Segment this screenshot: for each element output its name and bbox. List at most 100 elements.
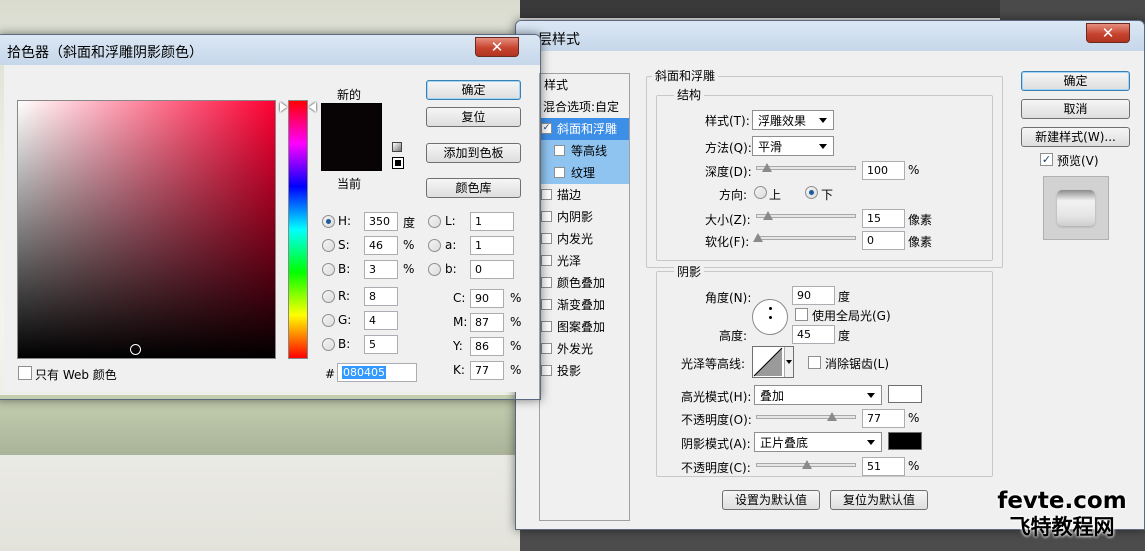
m-input[interactable]: 87 <box>470 313 504 332</box>
style-item[interactable]: 图案叠加 <box>540 316 629 338</box>
ok-button[interactable]: 确定 <box>1021 71 1130 91</box>
angle-dial[interactable] <box>752 299 788 335</box>
a-input[interactable]: 1 <box>470 236 514 255</box>
style-item-checkbox[interactable]: ✓ <box>541 123 552 134</box>
soften-slider[interactable] <box>753 233 856 242</box>
style-item[interactable]: 投影 <box>540 360 629 382</box>
hue-slider[interactable] <box>288 100 308 359</box>
h-radio[interactable] <box>322 215 335 228</box>
style-item[interactable]: 内阴影 <box>540 206 629 228</box>
depth-input[interactable]: 100 <box>862 161 905 180</box>
soften-input[interactable]: 0 <box>862 231 905 250</box>
shadow-opacity-thumb[interactable] <box>802 460 812 469</box>
style-item[interactable]: 等高线 <box>540 140 629 162</box>
lab-b-radio[interactable] <box>428 263 441 276</box>
k-input[interactable]: 77 <box>470 361 504 380</box>
style-item-checkbox[interactable] <box>541 365 552 376</box>
size-slider[interactable] <box>756 211 856 220</box>
style-item-checkbox[interactable] <box>541 299 552 310</box>
y-input[interactable]: 86 <box>470 337 504 356</box>
style-item-checkbox[interactable] <box>541 189 552 200</box>
c-input[interactable]: 90 <box>470 289 504 308</box>
size-slider-thumb[interactable] <box>763 211 773 220</box>
direction-up-radio[interactable] <box>754 186 767 199</box>
highlight-opacity-slider[interactable] <box>756 412 856 421</box>
gamut-cube-icon[interactable] <box>392 142 402 152</box>
b-input[interactable]: 3 <box>364 260 398 279</box>
r-radio[interactable] <box>322 290 335 303</box>
s-input[interactable]: 46 <box>364 236 398 255</box>
depth-slider[interactable] <box>756 163 856 172</box>
add-to-swatches-button[interactable]: 添加到色板 <box>426 143 521 163</box>
g-radio[interactable] <box>322 314 335 327</box>
l-input[interactable]: 1 <box>470 212 514 231</box>
color-picker-close-button[interactable]: ✕ <box>475 37 519 57</box>
color-libraries-button[interactable]: 颜色库 <box>426 178 521 198</box>
highlight-opacity-input[interactable]: 77 <box>862 409 905 428</box>
style-item[interactable]: ✓ 斜面和浮雕 <box>540 118 629 140</box>
gloss-contour-dropdown-icon[interactable] <box>784 347 793 377</box>
soften-slider-thumb[interactable] <box>753 233 763 242</box>
websafe-swatch-icon[interactable] <box>392 157 404 169</box>
h-input[interactable]: 350 <box>364 212 398 231</box>
style-item-checkbox[interactable] <box>541 277 552 288</box>
style-item-checkbox[interactable] <box>554 145 565 156</box>
shadow-opacity-slider[interactable] <box>756 460 856 469</box>
style-item-checkbox[interactable] <box>541 343 552 354</box>
style-item-checkbox[interactable] <box>541 233 552 244</box>
layer-style-titlebar[interactable]: 层样式 ✕ <box>516 21 1144 51</box>
hue-slider-left-arrow-icon[interactable] <box>280 102 287 112</box>
blend-options-item[interactable]: 混合选项:自定 <box>540 96 629 118</box>
blue-radio[interactable] <box>322 338 335 351</box>
preview-checkbox[interactable]: ✓ <box>1040 153 1053 166</box>
style-item-checkbox[interactable] <box>554 167 565 178</box>
style-item[interactable]: 内发光 <box>540 228 629 250</box>
b-radio[interactable] <box>322 263 335 276</box>
shadow-mode-select[interactable]: 正片叠底 <box>754 432 882 452</box>
cp-reset-button[interactable]: 复位 <box>426 107 521 127</box>
hex-input[interactable]: 080405 <box>337 363 417 382</box>
antialias-checkbox[interactable] <box>808 356 821 369</box>
color-field-cursor[interactable] <box>130 344 141 355</box>
highlight-mode-select[interactable]: 叠加 <box>754 385 882 405</box>
blue-input[interactable]: 5 <box>364 335 398 354</box>
web-only-checkbox[interactable] <box>18 366 32 380</box>
gloss-contour-picker[interactable] <box>752 346 794 378</box>
style-select[interactable]: 浮雕效果 <box>752 110 834 130</box>
r-input[interactable]: 8 <box>364 287 398 306</box>
color-field[interactable] <box>17 100 276 359</box>
highlight-color-swatch[interactable] <box>888 385 922 403</box>
style-item[interactable]: 颜色叠加 <box>540 272 629 294</box>
cancel-button[interactable]: 取消 <box>1021 99 1130 119</box>
make-default-button[interactable]: 设置为默认值 <box>722 490 820 510</box>
altitude-input[interactable]: 45 <box>792 325 835 344</box>
g-input[interactable]: 4 <box>364 311 398 330</box>
size-input[interactable]: 15 <box>862 209 905 228</box>
l-radio[interactable] <box>428 215 441 228</box>
global-light-checkbox[interactable] <box>795 308 808 321</box>
shadow-color-swatch[interactable] <box>888 432 922 450</box>
color-picker-titlebar[interactable]: 拾色器（斜面和浮雕阴影颜色） ✕ <box>0 35 540 65</box>
depth-slider-thumb[interactable] <box>762 163 772 172</box>
style-item-checkbox[interactable] <box>541 211 552 222</box>
style-item[interactable]: 描边 <box>540 184 629 206</box>
new-style-button[interactable]: 新建样式(W)... <box>1021 127 1130 147</box>
angle-input[interactable]: 90 <box>792 286 835 305</box>
s-radio[interactable] <box>322 239 335 252</box>
lab-b-input[interactable]: 0 <box>470 260 514 279</box>
layer-style-close-button[interactable]: ✕ <box>1086 23 1130 43</box>
style-item[interactable]: 外发光 <box>540 338 629 360</box>
a-radio[interactable] <box>428 239 441 252</box>
style-item-checkbox[interactable] <box>541 255 552 266</box>
hue-slider-right-arrow-icon[interactable] <box>309 102 316 112</box>
highlight-opacity-thumb[interactable] <box>827 412 837 421</box>
style-item[interactable]: 渐变叠加 <box>540 294 629 316</box>
current-color-swatch[interactable] <box>321 137 382 171</box>
style-item[interactable]: 纹理 <box>540 162 629 184</box>
direction-down-radio[interactable] <box>805 186 818 199</box>
style-item-checkbox[interactable] <box>541 321 552 332</box>
shadow-opacity-input[interactable]: 51 <box>862 457 905 476</box>
cp-ok-button[interactable]: 确定 <box>426 80 521 100</box>
style-item[interactable]: 光泽 <box>540 250 629 272</box>
technique-select[interactable]: 平滑 <box>752 136 834 156</box>
